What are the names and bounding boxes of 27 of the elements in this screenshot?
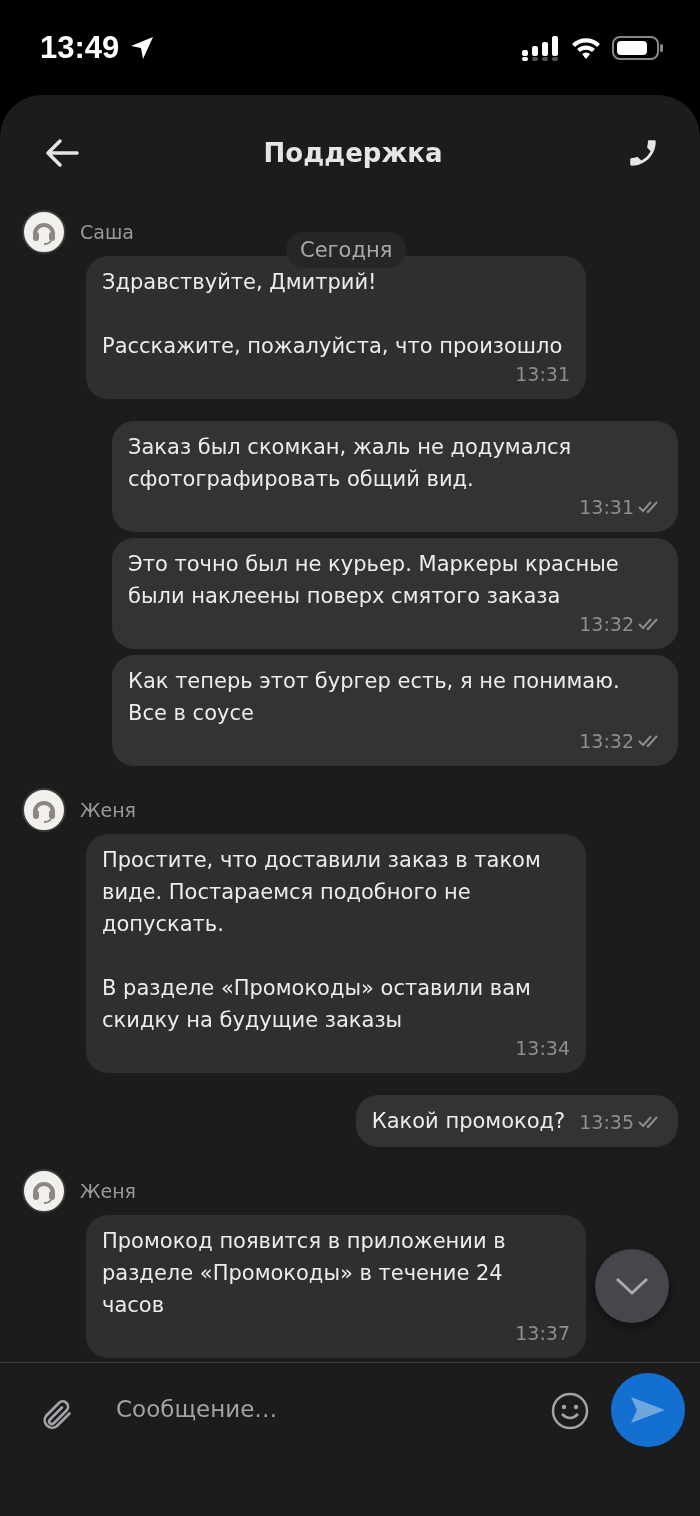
- wifi-icon: [570, 35, 602, 60]
- message-text: Здравствуйте, Дмитрий! Расскажите, пожалуйста, что произошло: [102, 269, 563, 360]
- chevron-down-icon: [615, 1276, 649, 1296]
- location-arrow-icon: [129, 34, 156, 61]
- message-text: Как теперь этот бургер есть, я не понимаю. Все в соусе: [128, 668, 621, 727]
- chat-title: Поддержка: [263, 137, 443, 168]
- message-time: 13:35: [579, 1110, 634, 1134]
- sender-name: Женя: [80, 799, 136, 821]
- battery-icon: [612, 34, 664, 61]
- message-input[interactable]: Сообщение…: [114, 1373, 527, 1445]
- message-time: 13:31: [515, 362, 570, 386]
- message-text: Это точно был не курьер. Маркеры красные были наклеены поверх смятого заказа: [128, 551, 620, 610]
- message-time: 13:37: [515, 1321, 570, 1345]
- message-time: 13:34: [515, 1036, 570, 1060]
- signal-icon: [522, 34, 560, 61]
- message-text: Простите, что доставили заказ в таком виде. Постараемся подобного не допускать. В разделе «Промокоды» оставили вам скидку на будущие заказы: [102, 847, 542, 1034]
- message-time: 13:31: [579, 495, 634, 519]
- send-icon: [629, 1395, 667, 1425]
- message-time: 13:32: [579, 612, 634, 636]
- sender-name: Женя: [80, 1180, 136, 1202]
- sender-name: Саша: [80, 221, 134, 243]
- status-time: 13:49: [40, 29, 120, 66]
- message-text: Промокод появится в приложении в разделе «Промокоды» в течение 24 часов: [102, 1228, 507, 1319]
- message-text: Какой промокод?: [371, 1108, 566, 1135]
- message-text: Заказ был скомкан, жаль не додумался сфотографировать общий вид.: [128, 434, 573, 493]
- date-badge: Сегодня: [286, 232, 407, 268]
- message-time: 13:32: [579, 729, 634, 753]
